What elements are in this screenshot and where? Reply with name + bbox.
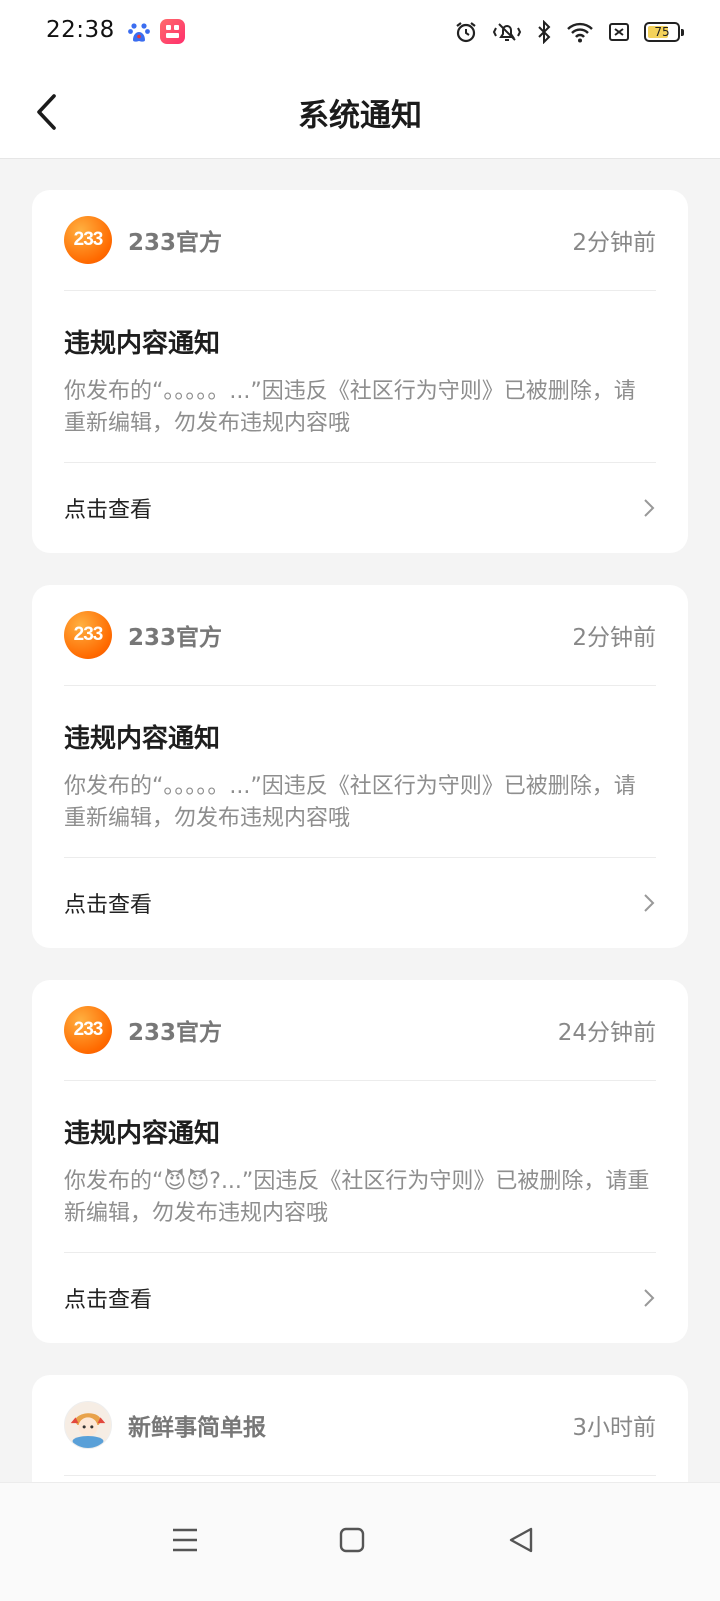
app-icon [160, 19, 185, 44]
card-header: 233 233官方 2分钟前 [64, 585, 656, 686]
chevron-right-icon [644, 499, 655, 517]
home-icon[interactable] [327, 1515, 377, 1565]
view-details-label: 点击查看 [64, 1288, 153, 1313]
card-body: 违规内容通知 你发布的“😈😈?...”因违反《社区行为守则》已被删除，请重新编辑… [64, 1081, 656, 1253]
sender-name[interactable]: 新鲜事简单报 [128, 1408, 572, 1442]
wifi-icon [567, 22, 593, 43]
chevron-right-icon [644, 894, 655, 912]
avatar[interactable]: 233 [64, 1006, 112, 1054]
sim-icon [609, 23, 629, 41]
avatar[interactable]: 233 [64, 611, 112, 659]
bluetooth-icon [538, 20, 551, 44]
notice-title: 违规内容通知 [64, 724, 221, 754]
sender-name[interactable]: 233官方 [128, 223, 572, 257]
card-header: 233 233官方 24分钟前 [64, 980, 656, 1081]
card-body: 违规内容通知 你发布的“。。。。。...”因违反《社区行为守则》已被删除，请重新… [64, 686, 656, 858]
avatar-logo-text: 233 [73, 1019, 104, 1040]
notification-card: 233 233官方 2分钟前 违规内容通知 你发布的“。。。。。...”因违反《… [32, 190, 688, 553]
alarm-icon [456, 22, 476, 43]
notice-text: 你发布的“。。。。。...”因违反《社区行为守则》已被删除，请重新编辑，勿发布违… [64, 379, 636, 436]
status-time: 22:38 [46, 17, 115, 43]
page-title: 系统通知 [298, 98, 422, 134]
status-bar: 22:38 75 [0, 0, 720, 64]
avatar[interactable]: 233 [64, 216, 112, 264]
avatar[interactable] [64, 1401, 112, 1449]
notice-text: 你发布的“😈😈?...”因违反《社区行为守则》已被删除，请重新编辑，勿发布违规内… [64, 1169, 650, 1226]
notification-list: 233 233官方 2分钟前 违规内容通知 你发布的“。。。。。...”因违反《… [32, 190, 688, 1568]
notification-card: 233 233官方 24分钟前 违规内容通知 你发布的“😈😈?...”因违反《社… [32, 980, 688, 1343]
cartoon-avatar-icon [65, 1402, 111, 1448]
avatar-logo-text: 233 [73, 624, 104, 645]
view-details-row[interactable]: 点击查看 [64, 858, 656, 948]
view-details-label: 点击查看 [64, 893, 153, 918]
vibrate-icon [492, 23, 522, 41]
system-navigation-bar [0, 1482, 720, 1601]
notification-time: 2分钟前 [572, 625, 656, 651]
notice-text: 你发布的“。。。。。...”因违反《社区行为守则》已被删除，请重新编辑，勿发布违… [64, 774, 636, 831]
notice-title: 违规内容通知 [64, 329, 221, 359]
card-body: 违规内容通知 你发布的“。。。。。...”因违反《社区行为守则》已被删除，请重新… [64, 291, 656, 463]
sender-name[interactable]: 233官方 [128, 1013, 558, 1047]
view-details-row[interactable]: 点击查看 [64, 463, 656, 553]
notification-time: 3小时前 [572, 1415, 656, 1441]
card-header: 新鲜事简单报 3小时前 [64, 1375, 656, 1476]
baidu-app-icon [128, 23, 150, 42]
view-details-label: 点击查看 [64, 498, 153, 523]
menu-icon[interactable] [160, 1515, 210, 1565]
battery-level: 75 [654, 25, 670, 39]
card-header: 233 233官方 2分钟前 [64, 190, 656, 291]
avatar-logo-text: 233 [73, 229, 104, 250]
status-icons: 75 [454, 18, 684, 46]
battery-icon: 75 [644, 22, 684, 42]
sender-name[interactable]: 233官方 [128, 618, 572, 652]
notification-card: 233 233官方 2分钟前 违规内容通知 你发布的“。。。。。...”因违反《… [32, 585, 688, 948]
notice-title: 违规内容通知 [64, 1119, 221, 1149]
app-header: 系统通知 [0, 64, 720, 159]
view-details-row[interactable]: 点击查看 [64, 1253, 656, 1343]
chevron-right-icon [644, 1289, 655, 1307]
notification-time: 24分钟前 [557, 1020, 656, 1046]
back-triangle-icon[interactable] [496, 1515, 546, 1565]
notification-time: 2分钟前 [572, 230, 656, 256]
